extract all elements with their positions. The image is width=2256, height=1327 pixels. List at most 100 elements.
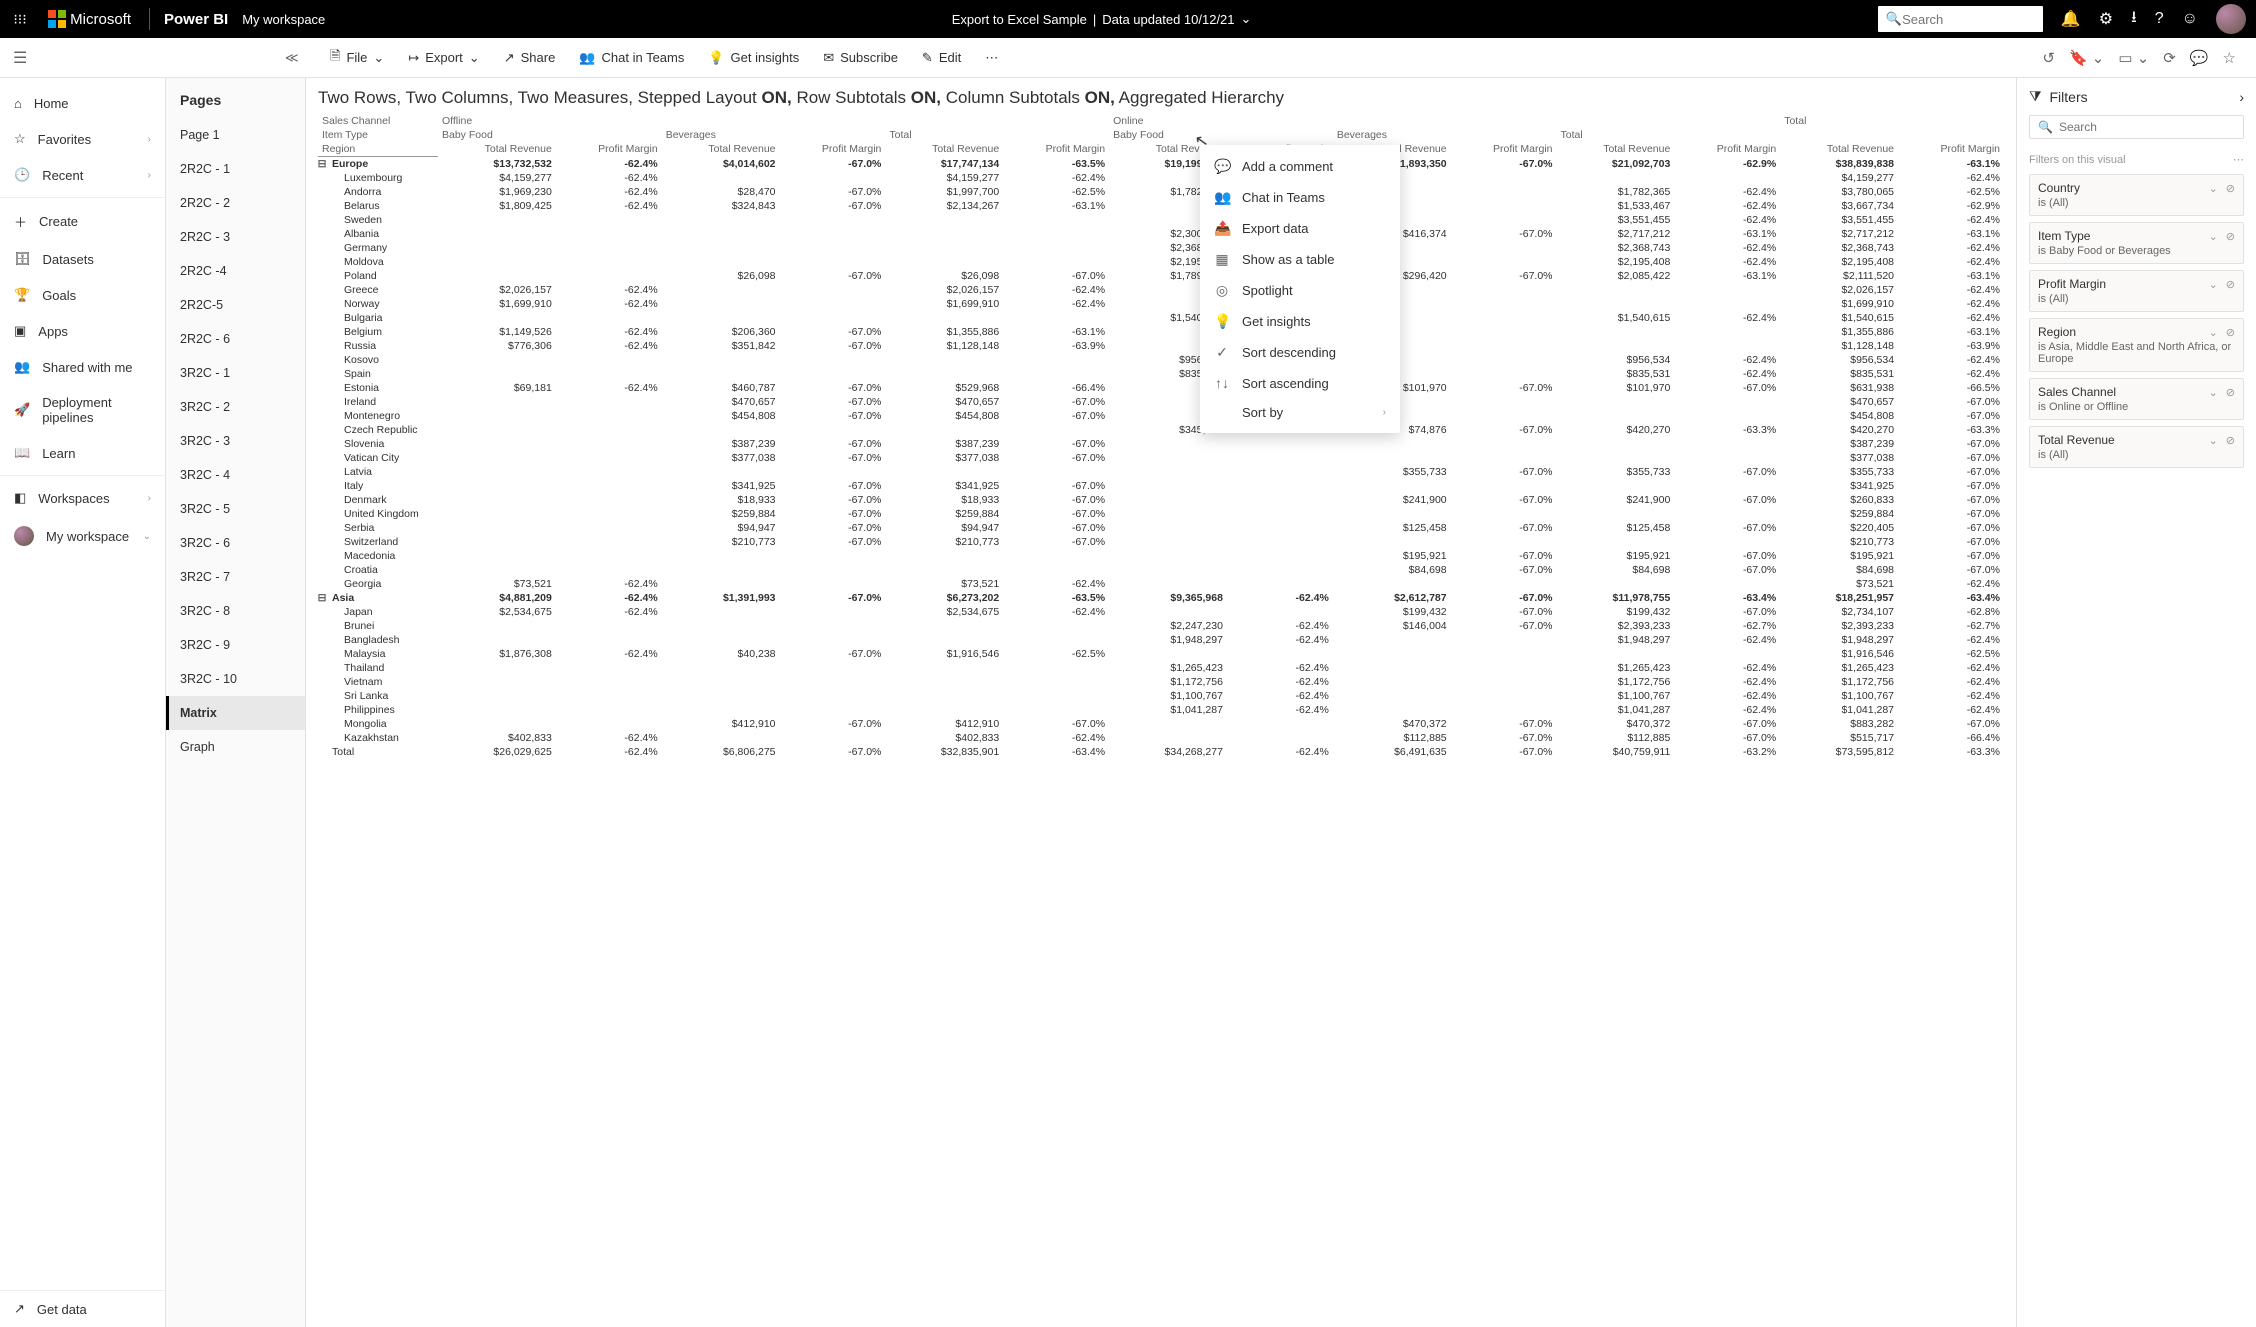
context-menu-item[interactable]: 👥Chat in Teams xyxy=(1200,182,1400,213)
page-item[interactable]: 3R2C - 10 xyxy=(166,662,305,696)
row-label[interactable]: Kazakhstan xyxy=(318,731,438,745)
row-label[interactable]: Kosovo xyxy=(318,353,438,367)
product-logo[interactable]: Microsoft xyxy=(48,10,135,28)
share-button[interactable]: ↗Share xyxy=(494,46,566,70)
page-item[interactable]: 2R2C - 1 xyxy=(166,152,305,186)
clear-filter-icon[interactable]: ⊘ xyxy=(2226,182,2235,195)
row-label[interactable]: Ireland xyxy=(318,395,438,409)
row-label[interactable]: Bulgaria xyxy=(318,311,438,325)
reset-icon[interactable]: ↺ xyxy=(2042,49,2055,67)
context-menu-item[interactable]: 💡Get insights xyxy=(1200,306,1400,337)
subscribe-button[interactable]: ✉Subscribe xyxy=(813,46,908,70)
nav-favorites[interactable]: ☆Favorites› xyxy=(0,121,165,157)
page-item[interactable]: Matrix xyxy=(166,696,305,730)
nav-recent[interactable]: 🕒Recent› xyxy=(0,157,165,193)
row-label[interactable]: Philippines xyxy=(318,703,438,717)
context-menu-item[interactable]: ↑↓Sort ascending xyxy=(1200,368,1400,398)
row-label[interactable]: Mongolia xyxy=(318,717,438,731)
row-label[interactable]: Czech Republic xyxy=(318,423,438,437)
nav-my-workspace[interactable]: My workspace⌄ xyxy=(0,516,165,556)
page-item[interactable]: 3R2C - 2 xyxy=(166,390,305,424)
page-item[interactable]: 2R2C - 2 xyxy=(166,186,305,220)
file-menu[interactable]: 🗎File⌄ xyxy=(320,43,394,73)
edit-button[interactable]: ✎Edit xyxy=(912,46,971,70)
row-label[interactable]: United Kingdom xyxy=(318,507,438,521)
row-label[interactable]: Georgia xyxy=(318,577,438,591)
view-icon[interactable]: ▭ ⌄ xyxy=(2118,49,2149,67)
row-label[interactable]: Belgium xyxy=(318,325,438,339)
hdr-total-revenue[interactable]: Total Revenue xyxy=(1780,142,1898,157)
chevron-down-icon[interactable]: ⌄ xyxy=(2209,182,2218,195)
nav-goals[interactable]: 🏆Goals xyxy=(0,277,165,313)
clear-filter-icon[interactable]: ⊘ xyxy=(2226,434,2235,447)
chevron-right-icon[interactable]: › xyxy=(2239,89,2244,105)
chevron-down-icon[interactable]: ⌄ xyxy=(2209,326,2218,339)
page-item[interactable]: Page 1 xyxy=(166,118,305,152)
data-updated-label[interactable]: Data updated 10/12/21 xyxy=(1102,12,1234,27)
hdr-profit-margin[interactable]: Profit Margin xyxy=(780,142,886,157)
filter-card[interactable]: Item Type⌄⊘is Baby Food or Beverages xyxy=(2029,222,2244,264)
filter-card[interactable]: Total Revenue⌄⊘is (All) xyxy=(2029,426,2244,468)
row-label[interactable]: Italy xyxy=(318,479,438,493)
hdr-online-babyfood[interactable]: Baby Food xyxy=(1109,128,1333,142)
hdr-online-beverages[interactable]: Beverages xyxy=(1333,128,1557,142)
page-item[interactable]: 2R2C - 3 xyxy=(166,220,305,254)
refresh-icon[interactable]: ⟳ xyxy=(2163,49,2176,67)
group-label[interactable]: ⊟Asia xyxy=(318,591,438,605)
chevron-down-icon[interactable]: ⌄ xyxy=(2209,230,2218,243)
collapse-pages-icon[interactable]: ≪ xyxy=(285,50,299,66)
hdr-online-total[interactable]: Total xyxy=(1557,128,1781,142)
row-label[interactable]: Norway xyxy=(318,297,438,311)
chat-teams-button[interactable]: 👥Chat in Teams xyxy=(569,46,694,70)
row-label[interactable]: Slovenia xyxy=(318,437,438,451)
report-name[interactable]: Export to Excel Sample xyxy=(952,12,1087,27)
page-item[interactable]: 3R2C - 8 xyxy=(166,594,305,628)
nav-get-data[interactable]: ↗Get data xyxy=(0,1290,165,1327)
row-label[interactable]: Japan xyxy=(318,605,438,619)
favorite-star-icon[interactable]: ☆ xyxy=(2223,49,2236,67)
hdr-total-revenue[interactable]: Total Revenue xyxy=(662,142,780,157)
context-menu-item[interactable]: ✓Sort descending xyxy=(1200,337,1400,368)
hdr-offline[interactable]: Offline xyxy=(438,114,1109,128)
page-item[interactable]: 2R2C-5 xyxy=(166,288,305,322)
page-item[interactable]: 2R2C - 6 xyxy=(166,322,305,356)
filters-search-input[interactable] xyxy=(2059,120,2235,134)
chevron-down-icon[interactable]: ⌄ xyxy=(2209,434,2218,447)
download-icon[interactable]: ⭳ xyxy=(2131,6,2137,33)
row-label[interactable]: Thailand xyxy=(318,661,438,675)
filters-title-row[interactable]: ⧩ Filters › xyxy=(2029,88,2244,105)
hdr-offline-total[interactable]: Total xyxy=(885,128,1109,142)
hdr-grand-total[interactable]: Total xyxy=(1780,114,2004,128)
hdr-online[interactable]: Online xyxy=(1109,114,1780,128)
row-label[interactable]: Brunei xyxy=(318,619,438,633)
hdr-total-revenue[interactable]: Total Revenue xyxy=(1557,142,1675,157)
clear-filter-icon[interactable]: ⊘ xyxy=(2226,386,2235,399)
clear-filter-icon[interactable]: ⊘ xyxy=(2226,326,2235,339)
hdr-offline-beverages[interactable]: Beverages xyxy=(662,128,886,142)
feedback-icon[interactable]: ☺ xyxy=(2182,10,2198,28)
group-label[interactable]: ⊟Europe xyxy=(318,157,438,172)
row-label[interactable]: Croatia xyxy=(318,563,438,577)
more-options[interactable]: ⋯ xyxy=(975,46,1008,70)
context-menu-item[interactable]: ◎Spotlight xyxy=(1200,275,1400,306)
global-search-input[interactable] xyxy=(1902,12,2078,27)
row-label[interactable]: Spain xyxy=(318,367,438,381)
nav-shared[interactable]: 👥Shared with me xyxy=(0,349,165,385)
row-label[interactable]: Serbia xyxy=(318,521,438,535)
nav-create[interactable]: ＋Create xyxy=(0,202,165,241)
settings-icon[interactable]: ⚙ xyxy=(2099,9,2113,29)
page-item[interactable]: 3R2C - 1 xyxy=(166,356,305,390)
page-item[interactable]: 3R2C - 6 xyxy=(166,526,305,560)
row-label[interactable]: Vietnam xyxy=(318,675,438,689)
notifications-icon[interactable]: 🔔 xyxy=(2061,9,2081,29)
chevron-down-icon[interactable]: ⌄ xyxy=(2209,386,2218,399)
page-item[interactable]: 3R2C - 7 xyxy=(166,560,305,594)
row-label[interactable]: Albania xyxy=(318,227,438,241)
global-search[interactable]: 🔍 xyxy=(1878,6,2043,32)
context-menu-item[interactable]: Sort by› xyxy=(1200,398,1400,427)
context-menu-item[interactable]: ▦Show as a table xyxy=(1200,244,1400,275)
matrix-visual[interactable]: Sales ChannelOfflineOnlineTotalItem Type… xyxy=(318,114,2004,1317)
nav-datasets[interactable]: 🗄Datasets xyxy=(0,241,165,277)
context-menu-item[interactable]: 💬Add a comment xyxy=(1200,151,1400,182)
clear-filter-icon[interactable]: ⊘ xyxy=(2226,278,2235,291)
